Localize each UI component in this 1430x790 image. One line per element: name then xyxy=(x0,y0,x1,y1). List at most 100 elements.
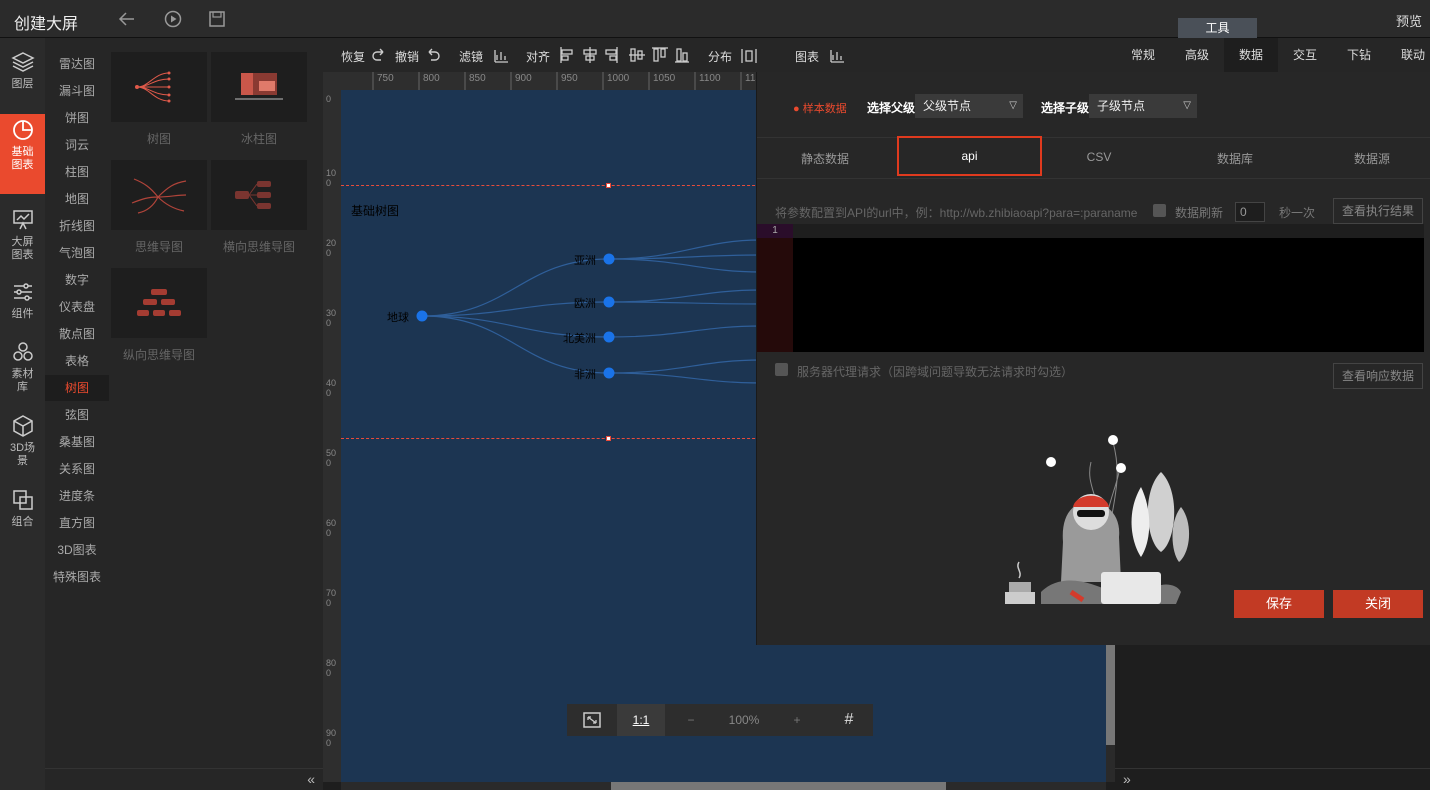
horizontal-scrollbar[interactable] xyxy=(341,782,1106,790)
tab-drilldown[interactable]: 下钻 xyxy=(1332,38,1386,72)
align-icons[interactable] xyxy=(559,46,689,64)
tab-static-data[interactable]: 静态数据 xyxy=(785,150,865,167)
category-item[interactable]: 饼图 xyxy=(45,105,109,131)
grid-toggle-button[interactable]: # xyxy=(825,704,873,736)
redo-button[interactable]: 恢复 xyxy=(341,48,384,65)
combine-icon xyxy=(12,490,33,510)
tab-data[interactable]: 数据 xyxy=(1224,38,1278,72)
save-icon[interactable] xyxy=(208,10,226,28)
sidebar-item-basic-charts[interactable]: 基础图表 xyxy=(0,114,45,194)
tab-api[interactable]: api xyxy=(897,136,1042,176)
category-item[interactable]: 直方图 xyxy=(45,510,109,536)
icicle-thumb-image xyxy=(211,52,307,122)
category-item[interactable]: 散点图 xyxy=(45,321,109,347)
thumb-horizontal-mindmap[interactable]: 横向思维导图 xyxy=(211,160,307,255)
collapse-left-icon[interactable]: « xyxy=(307,771,315,787)
zoom-in-button[interactable]: + xyxy=(783,704,811,736)
horizontal-scroll-thumb[interactable] xyxy=(611,782,946,790)
sample-data-link[interactable]: ● 样本数据 xyxy=(793,100,847,116)
tab-database[interactable]: 数据库 xyxy=(1195,150,1275,167)
thumb-icicle[interactable]: 冰柱图 xyxy=(211,52,307,147)
distribute-button[interactable]: 分布 xyxy=(708,48,757,65)
vertical-mindmap-thumb-image xyxy=(111,268,207,338)
category-item[interactable]: 数字 xyxy=(45,267,109,293)
child-select-label: 选择子级 xyxy=(1041,101,1090,115)
undo-button[interactable]: 撤销 xyxy=(395,48,440,65)
collapse-right-icon[interactable]: » xyxy=(1123,771,1131,787)
icon-sidebar: 图层 基础图表 大屏图表 组件 素材库 3D场景 组合 xyxy=(0,38,45,790)
category-item[interactable]: 柱图 xyxy=(45,159,109,185)
category-item[interactable]: 桑基图 xyxy=(45,429,109,455)
parent-select-value: 父级节点 xyxy=(923,99,972,113)
sidebar-item-label: 组件 xyxy=(11,308,34,320)
sidebar-item-3d-scene[interactable]: 3D场景 xyxy=(0,410,45,478)
sidebar-item-components[interactable]: 组件 xyxy=(0,276,45,344)
save-button[interactable]: 保存 xyxy=(1234,590,1324,618)
zoom-out-button[interactable]: − xyxy=(677,704,705,736)
tab-datasource[interactable]: 数据源 xyxy=(1332,150,1412,167)
grid-icon: # xyxy=(844,711,854,728)
code-editor[interactable]: 1 xyxy=(757,224,1424,352)
tab-advanced[interactable]: 高级 xyxy=(1170,38,1224,72)
ruler-tick-label: 750 xyxy=(377,73,394,84)
sidebar-item-screen-charts[interactable]: 大屏图表 xyxy=(0,204,45,272)
sidebar-item-layers[interactable]: 图层 xyxy=(0,46,45,114)
category-item[interactable]: 特殊图表 xyxy=(45,564,109,590)
thumb-mindmap[interactable]: 思维导图 xyxy=(111,160,207,255)
developer-illustration xyxy=(1005,435,1190,604)
view-execution-result-button[interactable]: 查看执行结果 xyxy=(1333,198,1423,224)
play-icon[interactable] xyxy=(164,10,182,28)
tab-general[interactable]: 常规 xyxy=(1116,38,1170,72)
tree-label-root: 地球 xyxy=(387,312,409,324)
refresh-interval-input[interactable]: 0 xyxy=(1235,202,1265,222)
tab-interaction[interactable]: 交互 xyxy=(1278,38,1332,72)
category-item[interactable]: 气泡图 xyxy=(45,240,109,266)
chart-icon xyxy=(830,50,844,63)
tree-node-root xyxy=(416,310,428,322)
category-item[interactable]: 地图 xyxy=(45,186,109,212)
proxy-checkbox[interactable] xyxy=(775,363,788,376)
right-panel-footer: » xyxy=(1115,768,1430,790)
sidebar-item-label: 组合 xyxy=(11,516,34,528)
category-item-active[interactable]: 树图 xyxy=(45,375,109,401)
preview-button[interactable]: 预览 xyxy=(1396,11,1422,30)
thumb-tree[interactable]: 树图 xyxy=(111,52,207,147)
tab-csv[interactable]: CSV xyxy=(1059,150,1139,164)
sidebar-item-materials[interactable]: 素材库 xyxy=(0,336,45,404)
category-item[interactable]: 漏斗图 xyxy=(45,78,109,104)
sidebar-item-group[interactable]: 组合 xyxy=(0,484,45,552)
fit-screen-button[interactable] xyxy=(567,704,617,736)
ruler-tick-label: 500 xyxy=(326,448,337,468)
proxy-label: 服务器代理请求（因跨域问题导致无法请求时勾选） xyxy=(797,365,1074,379)
close-button[interactable]: 关闭 xyxy=(1333,590,1423,618)
editor-gutter xyxy=(757,238,793,352)
filter-button[interactable]: 滤镜 xyxy=(459,48,508,65)
align-button[interactable]: 对齐 xyxy=(526,48,550,65)
parent-select-label: 选择父级 xyxy=(867,101,916,115)
back-icon[interactable] xyxy=(118,10,136,28)
category-item[interactable]: 词云 xyxy=(45,132,109,158)
category-item[interactable]: 折线图 xyxy=(45,213,109,239)
category-item[interactable]: 关系图 xyxy=(45,456,109,482)
ruler-tick-label: 850 xyxy=(469,73,486,84)
refresh-checkbox[interactable] xyxy=(1153,204,1166,217)
view-response-button[interactable]: 查看响应数据 xyxy=(1333,363,1423,389)
thumb-vertical-mindmap[interactable]: 纵向思维导图 xyxy=(111,268,207,363)
category-item[interactable]: 弦图 xyxy=(45,402,109,428)
tree-node xyxy=(603,331,615,343)
tools-tab[interactable]: 工具 xyxy=(1178,18,1257,38)
vertical-scroll-thumb[interactable] xyxy=(1106,645,1115,745)
refresh-label: 数据刷新 xyxy=(1175,206,1224,220)
child-select[interactable]: 子级节点 ▽ xyxy=(1089,94,1197,118)
chart-button[interactable]: 图表 xyxy=(795,48,844,65)
tab-linkage[interactable]: 联动 xyxy=(1386,38,1430,72)
hexagons-icon xyxy=(12,342,33,361)
parent-select[interactable]: 父级节点 ▽ xyxy=(915,94,1023,118)
actual-size-button[interactable]: 1:1 xyxy=(617,704,665,736)
category-item[interactable]: 3D图表 xyxy=(45,537,109,563)
category-item[interactable]: 表格 xyxy=(45,348,109,374)
dropdown-caret-icon: ▽ xyxy=(1009,100,1017,111)
category-item[interactable]: 仪表盘 xyxy=(45,294,109,320)
category-item[interactable]: 雷达图 xyxy=(45,51,109,77)
category-item[interactable]: 进度条 xyxy=(45,483,109,509)
